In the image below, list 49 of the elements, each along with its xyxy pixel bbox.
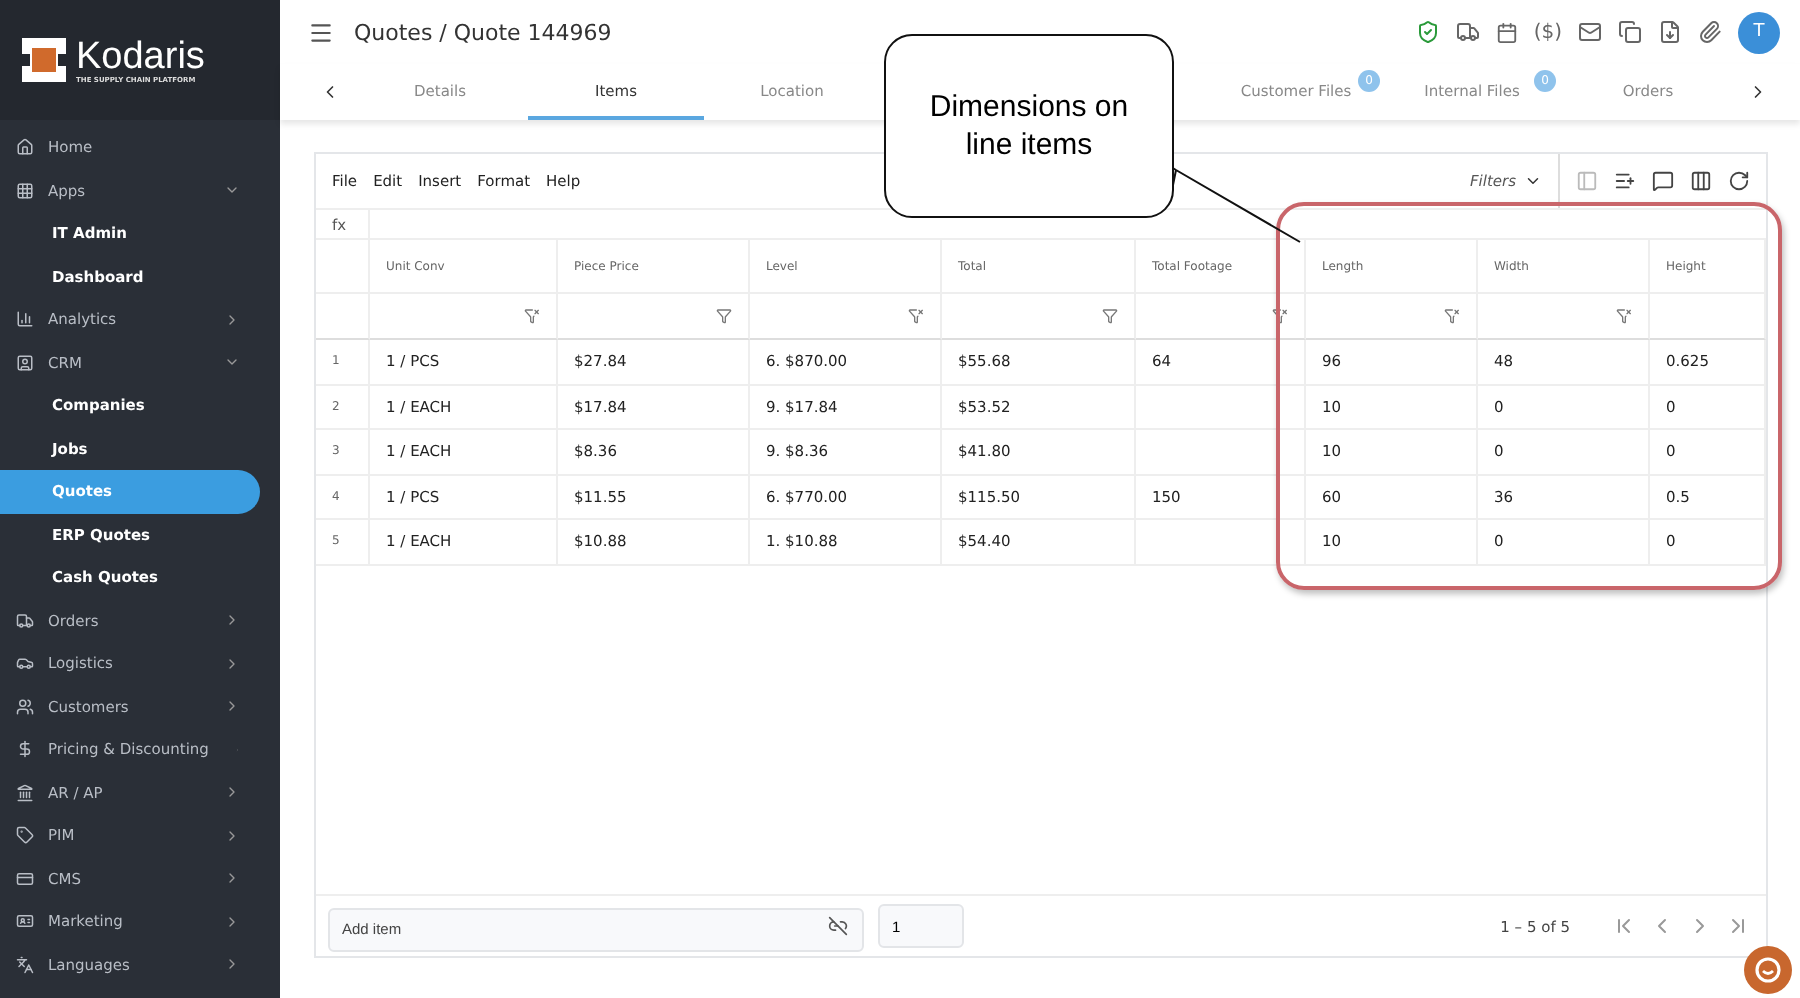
car-icon [16,654,34,673]
chevron-right-icon [224,655,240,672]
filter-icon[interactable] [716,308,732,324]
truck-icon[interactable] [1455,20,1480,44]
paperclip-icon[interactable] [1698,20,1722,44]
callout-text: Dimensions on line items [884,34,1174,218]
contact-card-icon [16,353,34,372]
filter-off-icon[interactable] [1444,308,1460,324]
chevron-right-icon [224,311,240,328]
chevron-right-icon [224,784,240,801]
chevron-right-icon [224,698,240,715]
bank-icon [16,783,34,802]
bar-chart-icon [16,310,34,329]
truck-icon [16,611,34,630]
dollar-icon [16,740,34,759]
menu-icon[interactable] [308,19,334,45]
chevron-right-icon [224,870,240,887]
file-download-icon[interactable] [1658,20,1682,44]
list-add-icon[interactable] [1614,170,1636,192]
people-icon [16,697,34,716]
chevron-right-icon [224,612,240,629]
grid-icon [16,181,34,200]
home-icon [16,138,34,157]
comment-icon[interactable] [1652,170,1674,192]
tag-icon [16,826,34,845]
chevron-down-icon [1524,172,1542,190]
currency-button[interactable]: ($) [1533,21,1562,43]
columns-icon[interactable] [1690,170,1712,192]
chevron-right-icon [224,913,240,930]
id-card-icon [16,912,34,931]
chevron-right-icon [224,827,240,844]
unlink-icon[interactable] [828,916,848,936]
logo-name: Kodaris [76,37,205,75]
card-icon [16,869,34,888]
filter-off-icon[interactable] [908,308,924,324]
chevron-right-icon [224,956,240,973]
first-page-icon[interactable] [1612,914,1636,938]
filter-icon[interactable] [1102,308,1118,324]
refresh-icon[interactable] [1728,170,1750,192]
filter-off-icon[interactable] [1616,308,1632,324]
filter-off-icon[interactable] [524,308,540,324]
translate-icon [16,955,34,974]
last-page-icon[interactable] [1726,914,1750,938]
copy-icon[interactable] [1618,20,1642,44]
logo-mark-icon [20,36,68,84]
mail-icon[interactable] [1578,20,1602,44]
shield-check-icon[interactable] [1415,20,1440,44]
breadcrumb: Quotes / Quote 144969 [354,19,614,45]
calendar-icon[interactable] [1495,21,1518,43]
